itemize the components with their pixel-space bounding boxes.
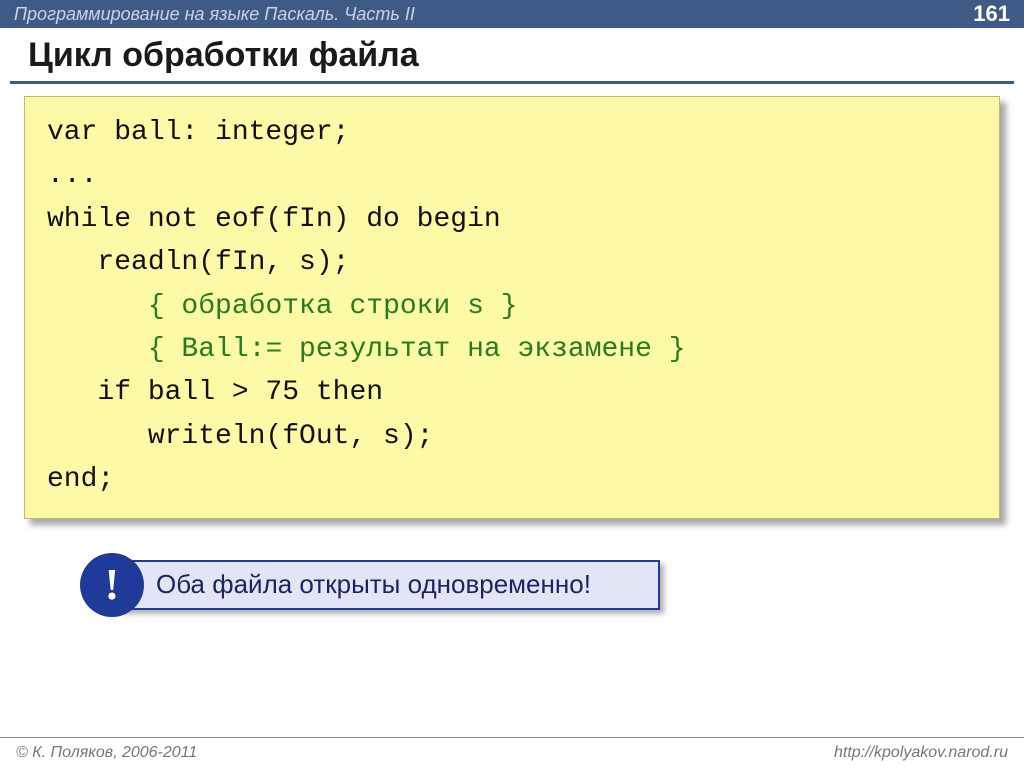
code-line-2: ... [47,160,97,191]
codebox-wrap: var ball: integer; ... while not eof(fIn… [0,96,1024,519]
code-comment-1: { обработка строки s } [148,291,518,322]
page-number: 161 [973,1,1010,27]
code-line-6-indent [47,334,148,365]
warning-icon: ! [80,553,144,617]
code-line-9: end; [47,464,114,495]
slide-title: Цикл обработки файла [0,28,1024,81]
topbar-subject: Программирование на языке Паскаль. Часть… [14,4,415,25]
callout-text: Оба файла открыты одновременно! [156,569,591,600]
footer-url: http://kpolyakov.narod.ru [834,744,1008,762]
code-line-8: writeln(fOut, s); [47,421,433,452]
codebox: var ball: integer; ... while not eof(fIn… [24,96,1000,519]
code-line-3: while not eof(fIn) do begin [47,204,501,235]
code-line-4: readln(fIn, s); [47,247,349,278]
footer-copyright: © К. Поляков, 2006-2011 [16,744,197,762]
footer: © К. Поляков, 2006-2011 http://kpolyakov… [0,737,1024,767]
bang-glyph: ! [105,563,120,607]
topbar: Программирование на языке Паскаль. Часть… [0,0,1024,28]
code-comment-2: { Ball:= результат на экзамене } [148,334,686,365]
slide: Программирование на языке Паскаль. Часть… [0,0,1024,767]
code-line-1: var ball: integer; [47,117,349,148]
callout-row: ! Оба файла открыты одновременно! [0,553,1024,617]
code-line-5-indent [47,291,148,322]
callout-box: Оба файла открыты одновременно! [120,560,660,610]
title-rule [10,81,1014,84]
code-line-7: if ball > 75 then [47,377,383,408]
